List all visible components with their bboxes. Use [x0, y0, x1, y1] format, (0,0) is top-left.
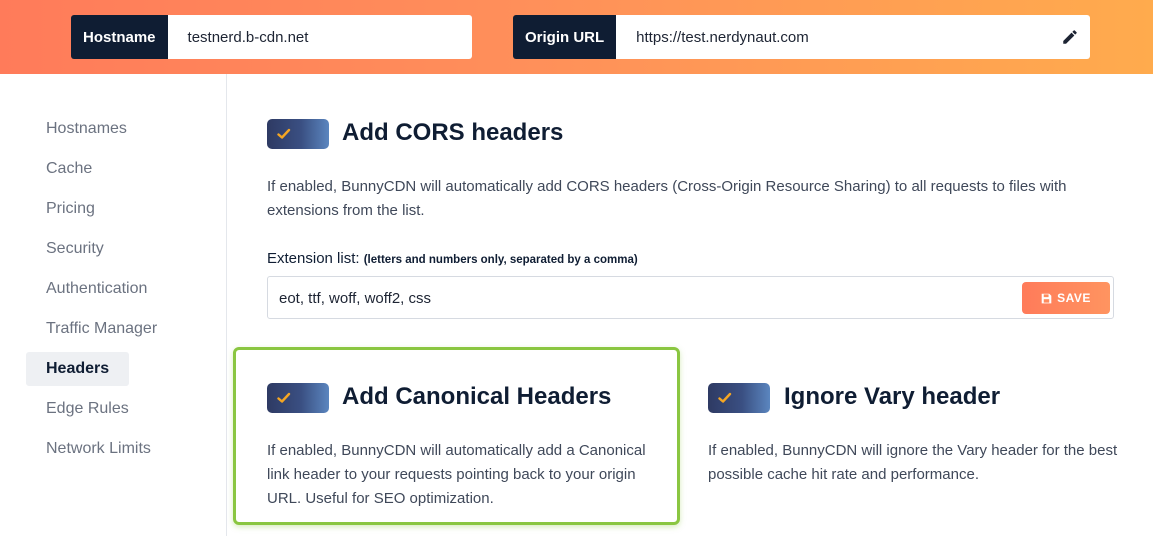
hostname-value[interactable]: testnerd.b-cdn.net [167, 15, 472, 59]
canonical-toggle[interactable] [267, 383, 329, 413]
origin-url-text: https://test.nerdynaut.com [636, 28, 809, 46]
sidebar-item-security[interactable]: Security [26, 232, 124, 266]
extension-list-label: Extension list: (letters and numbers onl… [267, 250, 638, 267]
sidebar-item-hostnames[interactable]: Hostnames [26, 112, 147, 146]
origin-url-field: Origin URL https://test.nerdynaut.com [513, 15, 1090, 59]
sidebar: Hostnames Cache Pricing Security Authent… [0, 74, 227, 536]
save-button[interactable]: SAVE [1022, 282, 1110, 314]
hostname-label: Hostname [71, 15, 168, 59]
origin-url-value[interactable]: https://test.nerdynaut.com [616, 15, 1090, 59]
hostname-field: Hostname testnerd.b-cdn.net [71, 15, 472, 59]
extension-list-title: Extension list: [267, 250, 360, 267]
sidebar-item-headers[interactable]: Headers [26, 352, 130, 386]
vary-description: If enabled, BunnyCDN will ignore the Var… [708, 442, 1118, 483]
extension-list-value: eot, ttf, woff, woff2, css [279, 290, 432, 307]
cors-title: Add CORS headers [342, 119, 564, 146]
check-icon [277, 128, 291, 139]
sidebar-item-pricing[interactable]: Pricing [26, 192, 115, 226]
vary-toggle[interactable] [708, 383, 770, 413]
canonical-description: If enabled, BunnyCDN will automatically … [267, 442, 646, 507]
top-bar: Hostname testnerd.b-cdn.net Origin URL h… [0, 0, 1153, 74]
check-icon [718, 392, 732, 403]
cors-description: If enabled, BunnyCDN will automatically … [267, 178, 1067, 219]
sidebar-item-traffic-manager[interactable]: Traffic Manager [26, 312, 177, 346]
sidebar-item-edge-rules[interactable]: Edge Rules [26, 392, 149, 426]
sidebar-item-network-limits[interactable]: Network Limits [26, 432, 171, 466]
origin-url-label: Origin URL [513, 15, 617, 59]
sidebar-item-cache[interactable]: Cache [26, 152, 112, 186]
canonical-title: Add Canonical Headers [342, 383, 612, 410]
extension-list-hint: (letters and numbers only, separated by … [363, 254, 638, 266]
floppy-disk-icon [1041, 293, 1052, 303]
save-label: SAVE [1057, 291, 1091, 305]
check-icon [277, 392, 291, 403]
extension-list-input[interactable]: eot, ttf, woff, woff2, css SAVE [267, 276, 1114, 319]
pencil-icon[interactable] [1060, 27, 1080, 47]
vary-title: Ignore Vary header [784, 383, 1001, 410]
sidebar-item-authentication[interactable]: Authentication [26, 272, 167, 306]
cors-toggle[interactable] [267, 119, 329, 149]
